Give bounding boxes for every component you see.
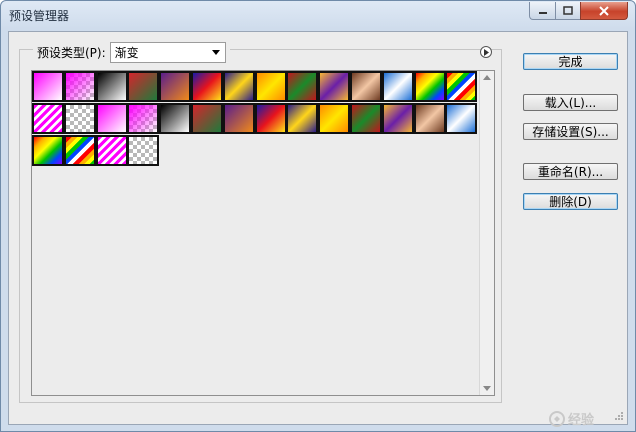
scroll-up-icon[interactable] (483, 75, 491, 80)
gradient-swatch[interactable] (413, 103, 446, 134)
gradient-swatch[interactable] (254, 71, 287, 102)
gradient-swatch[interactable] (286, 103, 319, 134)
gradient-swatch[interactable] (32, 71, 64, 102)
gradient-swatch[interactable] (254, 103, 287, 134)
gradient-swatch[interactable] (445, 71, 478, 102)
gradient-swatch-list[interactable] (31, 70, 495, 396)
title-bar[interactable]: 预设管理器 (1, 1, 635, 31)
gradient-swatch[interactable] (95, 71, 128, 102)
resize-grip-icon[interactable] (614, 411, 624, 421)
play-arrow-icon (484, 48, 489, 56)
gradient-swatch[interactable] (63, 135, 96, 166)
minimize-icon (538, 11, 547, 14)
gradient-swatch[interactable] (381, 71, 414, 102)
preset-type-label: 预设类型(P): (37, 45, 106, 60)
gradient-swatch[interactable] (159, 103, 192, 134)
done-button[interactable]: 完成 (523, 53, 618, 70)
watermark-text: 经验 (568, 413, 595, 428)
gradient-swatch[interactable] (381, 103, 414, 134)
gradient-swatch[interactable] (350, 103, 382, 134)
load-button[interactable]: 载入(L)... (523, 94, 618, 111)
gradient-swatch[interactable] (222, 103, 255, 134)
gradient-swatch[interactable] (191, 71, 223, 102)
close-button[interactable] (580, 2, 628, 20)
gradient-swatch[interactable] (413, 71, 446, 102)
save-settings-button[interactable]: 存储设置(S)... (523, 123, 618, 140)
preset-type-row: 预设类型(P): 渐变 (33, 41, 230, 63)
gradient-swatch[interactable] (286, 71, 319, 102)
chevron-down-icon (211, 49, 220, 55)
watermark: 经验 (549, 409, 594, 428)
maximize-button[interactable] (555, 2, 581, 20)
preset-type-value: 渐变 (114, 45, 139, 60)
delete-button[interactable]: 删除(D) (523, 193, 618, 210)
gradient-swatch[interactable] (63, 103, 96, 134)
preset-manager-window: 预设管理器 预设类型(P): 渐变 完成 载入(L)... 存储设置(S)...… (0, 0, 636, 432)
gradient-swatch[interactable] (318, 71, 351, 102)
scroll-down-icon[interactable] (483, 386, 491, 391)
preset-type-select[interactable]: 渐变 (109, 41, 226, 63)
minimize-button[interactable] (529, 2, 556, 20)
maximize-icon (563, 5, 573, 15)
close-icon (599, 5, 609, 16)
gradient-swatch[interactable] (95, 135, 128, 166)
gradient-swatch[interactable] (159, 71, 192, 102)
rename-button[interactable]: 重命名(R)... (523, 163, 618, 180)
panel-menu-button[interactable] (480, 46, 492, 58)
gradient-swatch[interactable] (63, 71, 96, 102)
gradient-swatch[interactable] (127, 71, 160, 102)
gradient-swatch[interactable] (191, 103, 223, 134)
watermark-logo-icon (549, 410, 565, 427)
gradient-swatch[interactable] (350, 71, 382, 102)
gradient-swatch[interactable] (32, 135, 64, 166)
gradient-swatch[interactable] (127, 103, 160, 134)
gradient-swatch[interactable] (127, 135, 160, 166)
gradient-swatch[interactable] (445, 103, 478, 134)
gradient-swatch[interactable] (95, 103, 128, 134)
gradient-swatch[interactable] (318, 103, 351, 134)
gradient-swatch[interactable] (32, 103, 64, 134)
gradient-swatch[interactable] (222, 71, 255, 102)
dialog-body: 预设类型(P): 渐变 完成 载入(L)... 存储设置(S)... 重命名(R… (8, 31, 628, 428)
window-title: 预设管理器 (9, 9, 70, 23)
vertical-scrollbar[interactable] (479, 71, 494, 395)
